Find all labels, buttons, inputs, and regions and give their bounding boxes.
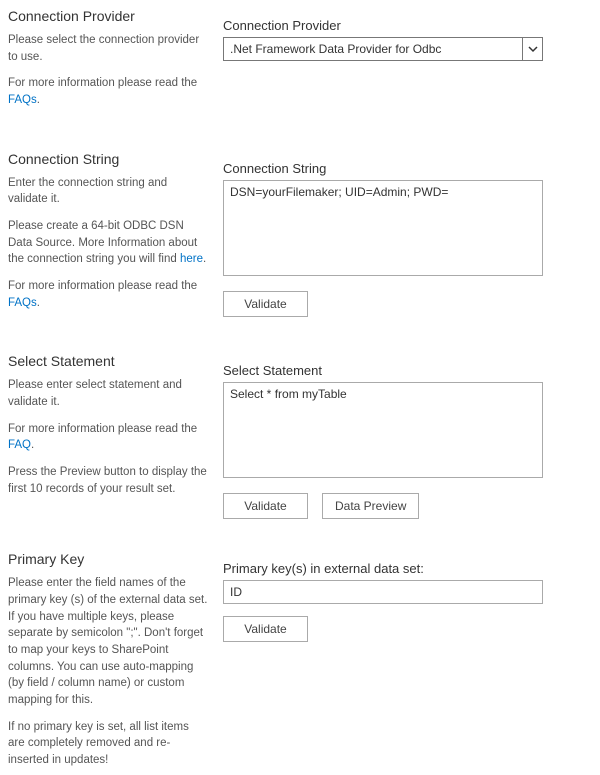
faq-link[interactable]: FAQ [8,439,31,451]
desc-text: For more information please read the FAQ… [8,278,208,311]
section-title: Select Statement [8,353,208,369]
button-row: Validate Data Preview [223,493,592,519]
faqs-link[interactable]: FAQs [8,94,37,106]
desc-fragment: Please create a 64-bit ODBC DSN Data Sou… [8,220,197,265]
section-title: Connection Provider [8,8,208,24]
validate-button[interactable]: Validate [223,291,308,317]
faqs-link[interactable]: FAQs [8,297,37,309]
validate-button[interactable]: Validate [223,493,308,519]
desc-text: Please enter the field names of the prim… [8,575,208,708]
section-title: Primary Key [8,551,208,567]
desc-text: Please select the connection provider to… [8,32,208,65]
connection-string-input[interactable] [223,180,543,276]
desc-fragment: For more information please read the [8,280,197,292]
section-title: Connection String [8,151,208,167]
validate-button[interactable]: Validate [223,616,308,642]
desc-fragment: For more information please read the [8,77,197,89]
section-connection-string: Connection String Enter the connection s… [8,149,592,322]
field-label: Connection Provider [223,18,592,33]
field-label: Select Statement [223,363,592,378]
desc-fragment: . [31,439,34,451]
section-connstr-field: Connection String Validate [223,149,592,322]
desc-fragment: For more information please read the [8,423,197,435]
section-pkey-field: Primary key(s) in external data set: Val… [223,549,592,768]
section-provider-field: Connection Provider .Net Framework Data … [223,6,592,119]
button-row: Validate [223,291,592,317]
section-connstr-help: Connection String Enter the connection s… [8,149,223,322]
select-statement-input[interactable] [223,382,543,478]
section-provider-help: Connection Provider Please select the co… [8,6,223,119]
chevron-down-icon [522,38,542,60]
section-select-statement: Select Statement Please enter select sta… [8,351,592,519]
section-select-field: Select Statement Validate Data Preview [223,351,592,519]
primary-key-input[interactable] [223,580,543,604]
section-connection-provider: Connection Provider Please select the co… [8,6,592,119]
desc-text: Please enter select statement and valida… [8,377,208,410]
desc-fragment: . [37,297,40,309]
data-preview-button[interactable]: Data Preview [322,493,419,519]
desc-text: For more information please read the FAQ… [8,75,208,108]
desc-text: If no primary key is set, all list items… [8,719,208,769]
button-row: Validate [223,616,592,642]
desc-text: For more information please read the FAQ… [8,421,208,454]
desc-fragment: . [37,94,40,106]
field-label: Connection String [223,161,592,176]
here-link[interactable]: here [180,253,203,265]
desc-text: Enter the connection string and validate… [8,175,208,208]
select-value: .Net Framework Data Provider for Odbc [230,42,441,56]
desc-text: Please create a 64-bit ODBC DSN Data Sou… [8,218,208,268]
section-pkey-help: Primary Key Please enter the field names… [8,549,223,768]
connection-provider-select[interactable]: .Net Framework Data Provider for Odbc [223,37,543,61]
field-label: Primary key(s) in external data set: [223,561,592,576]
section-select-help: Select Statement Please enter select sta… [8,351,223,519]
desc-fragment: . [203,253,206,265]
section-primary-key: Primary Key Please enter the field names… [8,549,592,768]
desc-text: Press the Preview button to display the … [8,464,208,497]
